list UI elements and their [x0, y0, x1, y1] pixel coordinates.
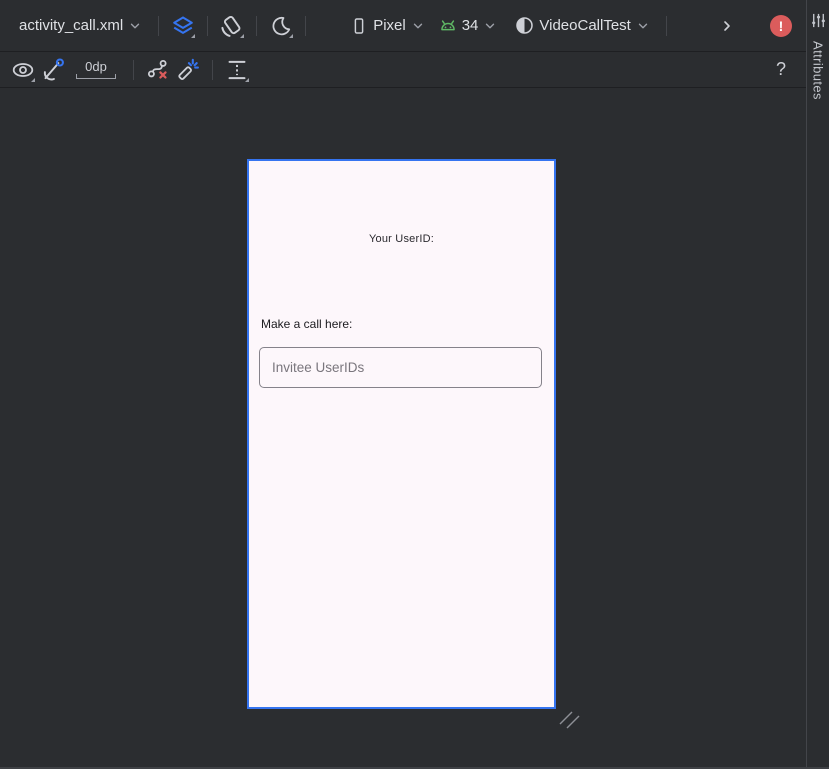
- infer-constraints-button[interactable]: [173, 55, 203, 85]
- api-level-label: 34: [461, 17, 479, 34]
- clear-constraints-button[interactable]: [143, 55, 173, 85]
- clear-constraints-icon: [146, 58, 170, 82]
- dropdown-corner: [240, 33, 245, 38]
- attributes-tab[interactable]: Attributes: [811, 41, 826, 100]
- night-mode-button[interactable]: [266, 11, 296, 41]
- dropdown-corner: [191, 33, 196, 38]
- autoconnect-button[interactable]: [38, 55, 68, 85]
- theme-selector[interactable]: VideoCallTest: [508, 10, 656, 42]
- device-selector[interactable]: Pixel: [343, 10, 432, 42]
- default-margin-value: 0dp: [85, 59, 107, 74]
- toolbar-separator: [133, 59, 134, 80]
- file-selector[interactable]: activity_call.xml: [12, 10, 149, 42]
- magnet-off-icon: [41, 57, 65, 82]
- error-badge-glyph: !: [778, 17, 784, 34]
- error-badge[interactable]: !: [770, 14, 792, 37]
- constraints-toolbar: 0dp ?: [0, 52, 806, 88]
- theme-half-circle-icon: [515, 16, 534, 35]
- android-icon: [439, 17, 457, 35]
- device-selector-label: Pixel: [373, 17, 406, 34]
- margin-bracket-icon: [76, 74, 116, 79]
- expand-toolbar-button[interactable]: [712, 11, 742, 41]
- dropdown-corner: [31, 77, 35, 82]
- toolbar-separator: [305, 15, 307, 36]
- magic-wand-icon: [176, 58, 200, 82]
- device-screen: Your UserID: Make a call here:: [249, 161, 554, 707]
- layout-editor-window: activity_call.xml Pixel 34 VideoCallTest…: [0, 0, 829, 769]
- right-tool-strip: Attributes: [806, 0, 829, 769]
- resize-handle-icon[interactable]: [558, 710, 584, 736]
- chevron-right-icon: [719, 18, 735, 34]
- api-level-selector[interactable]: 34: [432, 10, 505, 42]
- editor-main-column: activity_call.xml Pixel 34 VideoCallTest…: [0, 0, 806, 769]
- device-preview[interactable]: Your UserID: Make a call here:: [247, 159, 556, 709]
- toolbar-separator: [207, 15, 209, 36]
- design-canvas[interactable]: Your UserID: Make a call here:: [0, 88, 806, 769]
- chevron-down-icon: [128, 19, 142, 33]
- design-surface-button[interactable]: [168, 11, 198, 41]
- dropdown-corner: [245, 77, 249, 82]
- view-options-button[interactable]: [8, 55, 38, 85]
- userid-label: Your UserID:: [369, 233, 434, 245]
- toolbar-separator: [256, 15, 258, 36]
- file-selector-label: activity_call.xml: [19, 17, 124, 34]
- toolbar-separator: [212, 59, 213, 80]
- theme-selector-label: VideoCallTest: [539, 17, 631, 34]
- design-toolbar: activity_call.xml Pixel 34 VideoCallTest…: [0, 0, 806, 52]
- invitee-userids-input[interactable]: [259, 347, 542, 388]
- tune-sliders-icon[interactable]: [810, 12, 827, 29]
- toolbar-separator: [665, 15, 667, 36]
- dropdown-corner: [289, 33, 294, 38]
- make-call-label: Make a call here:: [261, 317, 353, 331]
- chevron-down-icon: [636, 19, 650, 33]
- toolbar-separator: [158, 15, 160, 36]
- chevron-down-icon: [411, 19, 425, 33]
- chevron-down-icon: [483, 19, 497, 33]
- help-button[interactable]: ?: [776, 59, 786, 80]
- help-glyph: ?: [775, 59, 786, 79]
- pack-expand-vertical-button[interactable]: [222, 55, 252, 85]
- default-margins-button[interactable]: 0dp: [74, 60, 118, 79]
- orientation-button[interactable]: [217, 11, 247, 41]
- phone-device-icon: [350, 17, 368, 35]
